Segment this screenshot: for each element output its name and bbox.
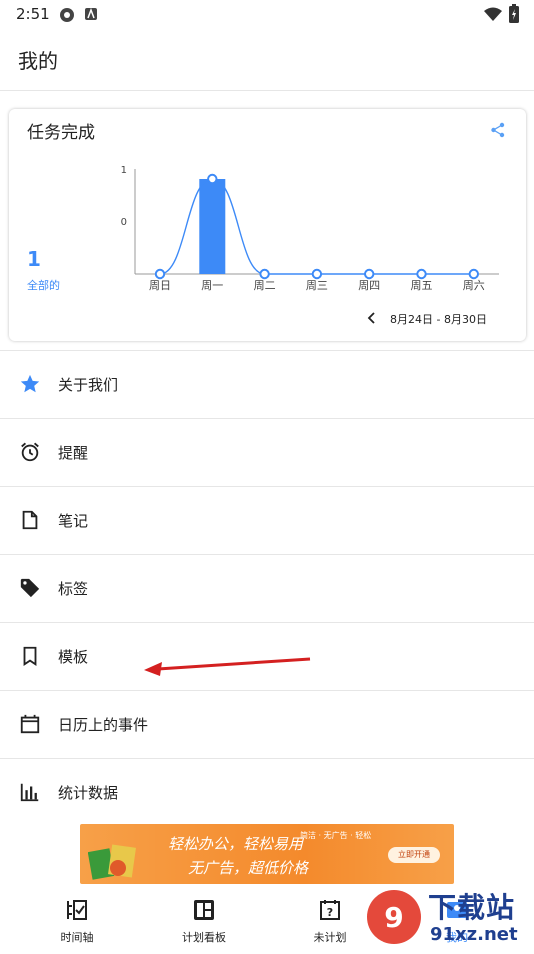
- menu-item-calendar-events[interactable]: 日历上的事件: [0, 691, 534, 758]
- annotation-arrow: [144, 657, 311, 676]
- tab-timeline[interactable]: 时间轴: [22, 886, 132, 950]
- ad-line-1: 轻松办公，轻松易用: [168, 835, 304, 853]
- x-tick-label: 周日: [149, 279, 171, 292]
- data-point: [207, 173, 218, 185]
- menu-item-label: 统计数据: [58, 784, 119, 802]
- calendar-icon: [20, 714, 40, 734]
- date-range: 8月24日 - 8月30日: [390, 313, 487, 326]
- svg-text:9: 9: [384, 901, 403, 934]
- bookmark-icon: [23, 646, 37, 666]
- chevron-left-icon[interactable]: [367, 312, 377, 324]
- data-point: [154, 268, 166, 280]
- page-title: 我的: [18, 49, 58, 73]
- app-bar: 我的: [0, 28, 534, 91]
- x-tick-label: 周二: [254, 279, 276, 292]
- note-icon: [22, 510, 38, 530]
- ad-line-2: 无广告，超低价格: [188, 859, 309, 877]
- x-tick-label: 周六: [463, 279, 485, 292]
- ad-banner[interactable]: 简洁 · 无广告 · 轻松 轻松办公，轻松易用 无广告，超低价格 立即开通: [80, 824, 454, 884]
- tag-icon: [20, 578, 40, 598]
- menu-item-label: 关于我们: [58, 376, 119, 394]
- battery-icon: [509, 4, 519, 23]
- menu-item-notes[interactable]: 笔记: [0, 487, 534, 554]
- task-completion-card: 任务完成 1 全部的 1 0 周日 周一 周二 周三 周四 周五 周六 8月24日 - 8月30…: [9, 109, 526, 341]
- wifi-icon: [484, 7, 502, 21]
- menu-item-label: 笔记: [58, 512, 89, 530]
- chart-bar: [199, 179, 226, 274]
- status-time: 2:51: [16, 5, 50, 23]
- unplanned-icon: ?: [320, 900, 340, 920]
- svg-text:?: ?: [327, 906, 333, 919]
- completion-chart: 1 0 周日 周一 周二 周三 周四 周五 周六: [121, 165, 499, 292]
- x-tick-label: 周一: [201, 279, 223, 292]
- x-tick-label: 周四: [358, 279, 380, 292]
- shopping-bags-image: [88, 844, 136, 880]
- data-point: [364, 268, 375, 280]
- menu-item-label: 模板: [58, 648, 89, 666]
- tab-plan-board[interactable]: 计划看板: [149, 886, 259, 950]
- x-tick-label: 周五: [411, 279, 433, 292]
- watermark: 9 下载站 91xz.net: [362, 884, 534, 950]
- app-status-icon: [85, 7, 97, 20]
- bar-chart-icon: [20, 783, 39, 802]
- data-point: [259, 268, 270, 280]
- x-tick-label: 周三: [306, 279, 328, 292]
- data-point: [311, 268, 323, 280]
- timeline-icon: [67, 900, 87, 920]
- watermark-url: 91xz.net: [430, 924, 518, 945]
- ad-tags: 简洁 · 无广告 · 轻松: [300, 831, 372, 840]
- ad-cta-button[interactable]: 立即开通: [388, 847, 440, 863]
- y-tick-label: 0: [121, 217, 127, 228]
- tab-label: 计划看板: [182, 931, 226, 944]
- settings-status-icon: [60, 8, 74, 22]
- data-point: [416, 268, 427, 280]
- board-icon: [194, 900, 214, 920]
- watermark-brand: 下载站: [428, 891, 516, 924]
- alarm-icon: [21, 442, 39, 462]
- menu-item-label: 提醒: [58, 444, 89, 462]
- star-icon: [20, 374, 40, 393]
- menu-item-about[interactable]: 关于我们: [0, 351, 534, 418]
- menu-item-statistics[interactable]: 统计数据: [0, 759, 534, 826]
- menu-item-label: 日历上的事件: [58, 716, 149, 734]
- y-tick-label: 1: [121, 165, 127, 176]
- tab-label: 时间轴: [60, 931, 94, 944]
- menu-item-tags[interactable]: 标签: [0, 555, 534, 622]
- status-bar: 2:51: [0, 0, 534, 28]
- menu-item-label: 标签: [58, 580, 89, 598]
- data-point: [468, 268, 479, 280]
- menu-item-reminders[interactable]: 提醒: [0, 419, 534, 486]
